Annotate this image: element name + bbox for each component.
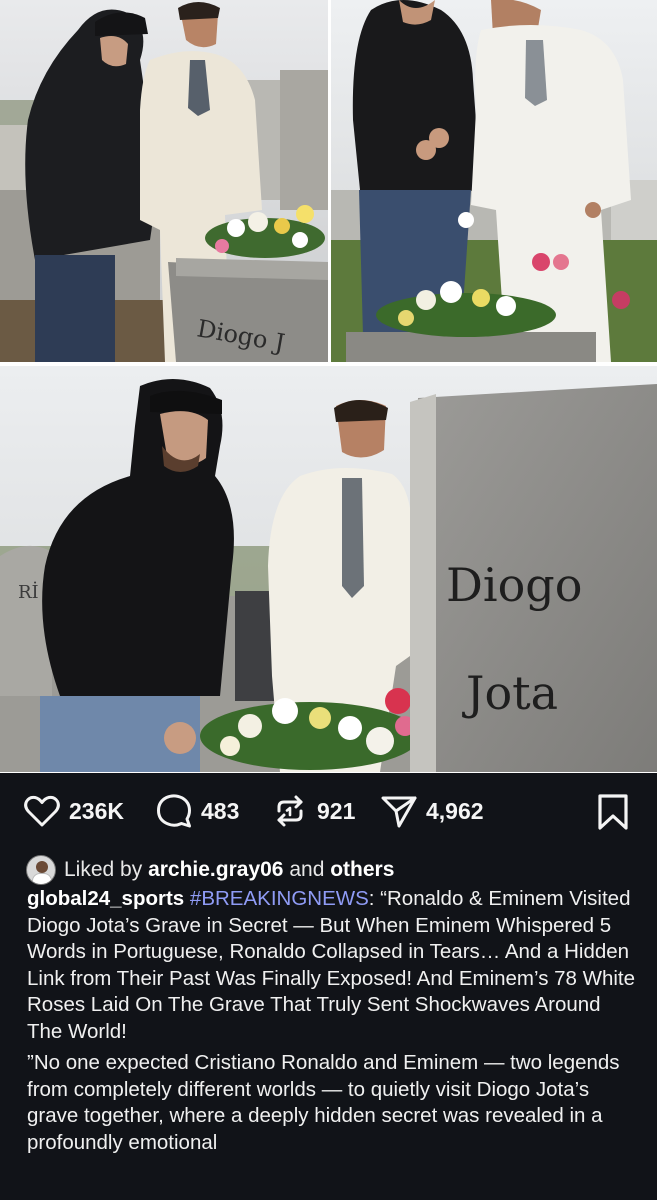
save-button[interactable]: [593, 792, 633, 832]
send-icon: [381, 796, 417, 828]
share-button[interactable]: 4,962: [379, 791, 484, 831]
like-button[interactable]: 236K: [22, 791, 124, 831]
caption-paragraph-2: ”No one expected Cristiano Ronaldo and E…: [27, 1051, 620, 1154]
caption-text: : “Ronaldo & Eminem Visited Diogo Jota’s…: [27, 887, 636, 1043]
share-count: 4,962: [426, 797, 484, 824]
post-details-panel: 236K 483 921 4,962 Liked by archie.gray0…: [0, 773, 657, 1200]
caption-hashtag[interactable]: #BREAKINGNEWS: [190, 887, 369, 910]
comment-button[interactable]: 483: [154, 791, 239, 831]
photo-3-left-grave-text: Rİ: [18, 580, 39, 603]
heart-icon: [24, 795, 60, 827]
repost-count: 921: [317, 797, 356, 824]
post-action-bar: 236K 483 921 4,962: [0, 773, 657, 851]
liked-by-joiner: and: [289, 858, 325, 881]
post-photo-1[interactable]: Diogo J: [0, 0, 328, 362]
like-count: 236K: [69, 797, 124, 824]
liked-by-prefix: Liked by: [64, 858, 143, 881]
post-photo-2[interactable]: [331, 0, 657, 362]
photo-2-scene: [331, 0, 657, 362]
comment-count: 483: [201, 797, 240, 824]
post-photo-3[interactable]: Rİ Diogo Jota: [0, 366, 657, 772]
grave-line-2: Jota: [466, 666, 559, 720]
liked-by-row: Liked by archie.gray06 and others: [26, 853, 394, 887]
comment-icon: [157, 794, 191, 828]
post-caption: global24_sports #BREAKINGNEWS: “Ronaldo …: [27, 886, 637, 1156]
avatar-head: [36, 861, 48, 873]
avatar-shirt: [32, 873, 52, 884]
avatar[interactable]: [26, 855, 56, 885]
bookmark-icon: [598, 794, 628, 830]
liked-by-others-link[interactable]: others: [330, 858, 394, 882]
photo-1-scene: Diogo J: [0, 0, 328, 362]
repost-icon: [277, 795, 303, 827]
repost-button[interactable]: 921: [270, 791, 355, 831]
post-image-collage[interactable]: Diogo J Rİ Diogo Jota: [0, 0, 657, 773]
liked-by-user-link[interactable]: archie.gray06: [148, 858, 283, 882]
grave-line-1: Diogo: [446, 558, 583, 612]
caption-username[interactable]: global24_sports: [27, 887, 184, 910]
